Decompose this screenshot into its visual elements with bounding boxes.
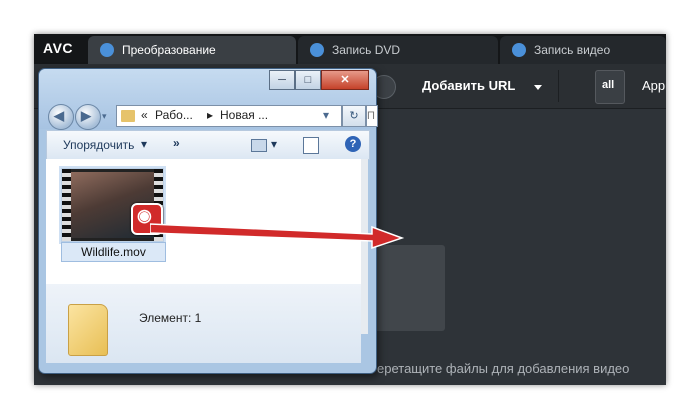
drop-hint: еретащите файлы для добавления видео — [377, 361, 630, 376]
add-url-button[interactable]: Добавить URL — [422, 78, 515, 93]
address-segment-desktop[interactable]: Рабо... — [155, 108, 193, 122]
toolbar-divider — [558, 70, 559, 102]
command-bar: Упорядочить ▾ » ▾ ? — [46, 130, 370, 160]
tab-burn-dvd-label: Запись DVD — [332, 43, 401, 57]
help-icon[interactable]: ? — [345, 136, 361, 152]
recent-pages-dropdown-icon[interactable]: ▾ — [102, 111, 107, 122]
tab-convert-label: Преобразование — [122, 43, 216, 57]
close-button[interactable]: ✕ — [321, 70, 369, 90]
tab-burn-dvd[interactable]: Запись DVD — [298, 36, 498, 64]
back-icon: ◀ — [54, 108, 64, 123]
view-dropdown-icon[interactable]: ▾ — [271, 137, 277, 151]
tab-bar: AVC Преобразование Запись DVD Запись вид… — [34, 34, 666, 64]
refresh-icon — [100, 43, 114, 57]
more-commands-button[interactable]: » — [173, 136, 180, 150]
folder-large-icon — [68, 304, 108, 356]
tab-convert[interactable]: Преобразование — [88, 36, 296, 64]
film-strip-left — [62, 169, 71, 241]
back-button[interactable]: ◀ — [48, 104, 74, 130]
tab-record-video-label: Запись видео — [534, 43, 611, 57]
view-icon[interactable] — [251, 139, 267, 152]
app-logo: AVC — [43, 40, 74, 56]
address-bar[interactable]: « Рабо... ▸ Новая ... ▾ — [116, 105, 342, 127]
apps-label[interactable]: App — [642, 78, 665, 93]
film-placeholder-icon — [373, 245, 445, 331]
folder-icon — [121, 110, 135, 122]
apps-icon: all — [602, 79, 615, 91]
drag-arrow — [150, 223, 405, 250]
item-count: Элемент: 1 — [139, 311, 202, 325]
address-dropdown-icon[interactable]: ▾ — [323, 108, 329, 122]
address-separator-icon[interactable]: ▸ — [207, 108, 213, 122]
address-overflow[interactable]: « — [141, 108, 148, 122]
organize-dropdown-icon[interactable]: ▾ — [141, 137, 147, 151]
details-pane: Элемент: 1 — [46, 284, 361, 363]
organize-button[interactable]: Упорядочить — [63, 138, 134, 152]
play-icon — [512, 43, 526, 57]
maximize-button[interactable]: □ — [295, 70, 321, 90]
apps-button[interactable]: all — [595, 70, 625, 104]
refresh-button[interactable]: ↻ — [342, 105, 366, 127]
disc-icon — [310, 43, 324, 57]
forward-icon: ▶ — [81, 108, 91, 123]
address-segment-new-folder[interactable]: Новая ... — [220, 108, 268, 122]
search-input[interactable]: П — [366, 105, 378, 127]
minimize-button[interactable]: ─ — [269, 70, 295, 90]
forward-button[interactable]: ▶ — [75, 104, 101, 130]
tab-record-video[interactable]: Запись видео — [500, 36, 666, 64]
preview-pane-icon[interactable] — [303, 137, 319, 154]
add-url-dropdown-icon[interactable] — [534, 85, 542, 90]
